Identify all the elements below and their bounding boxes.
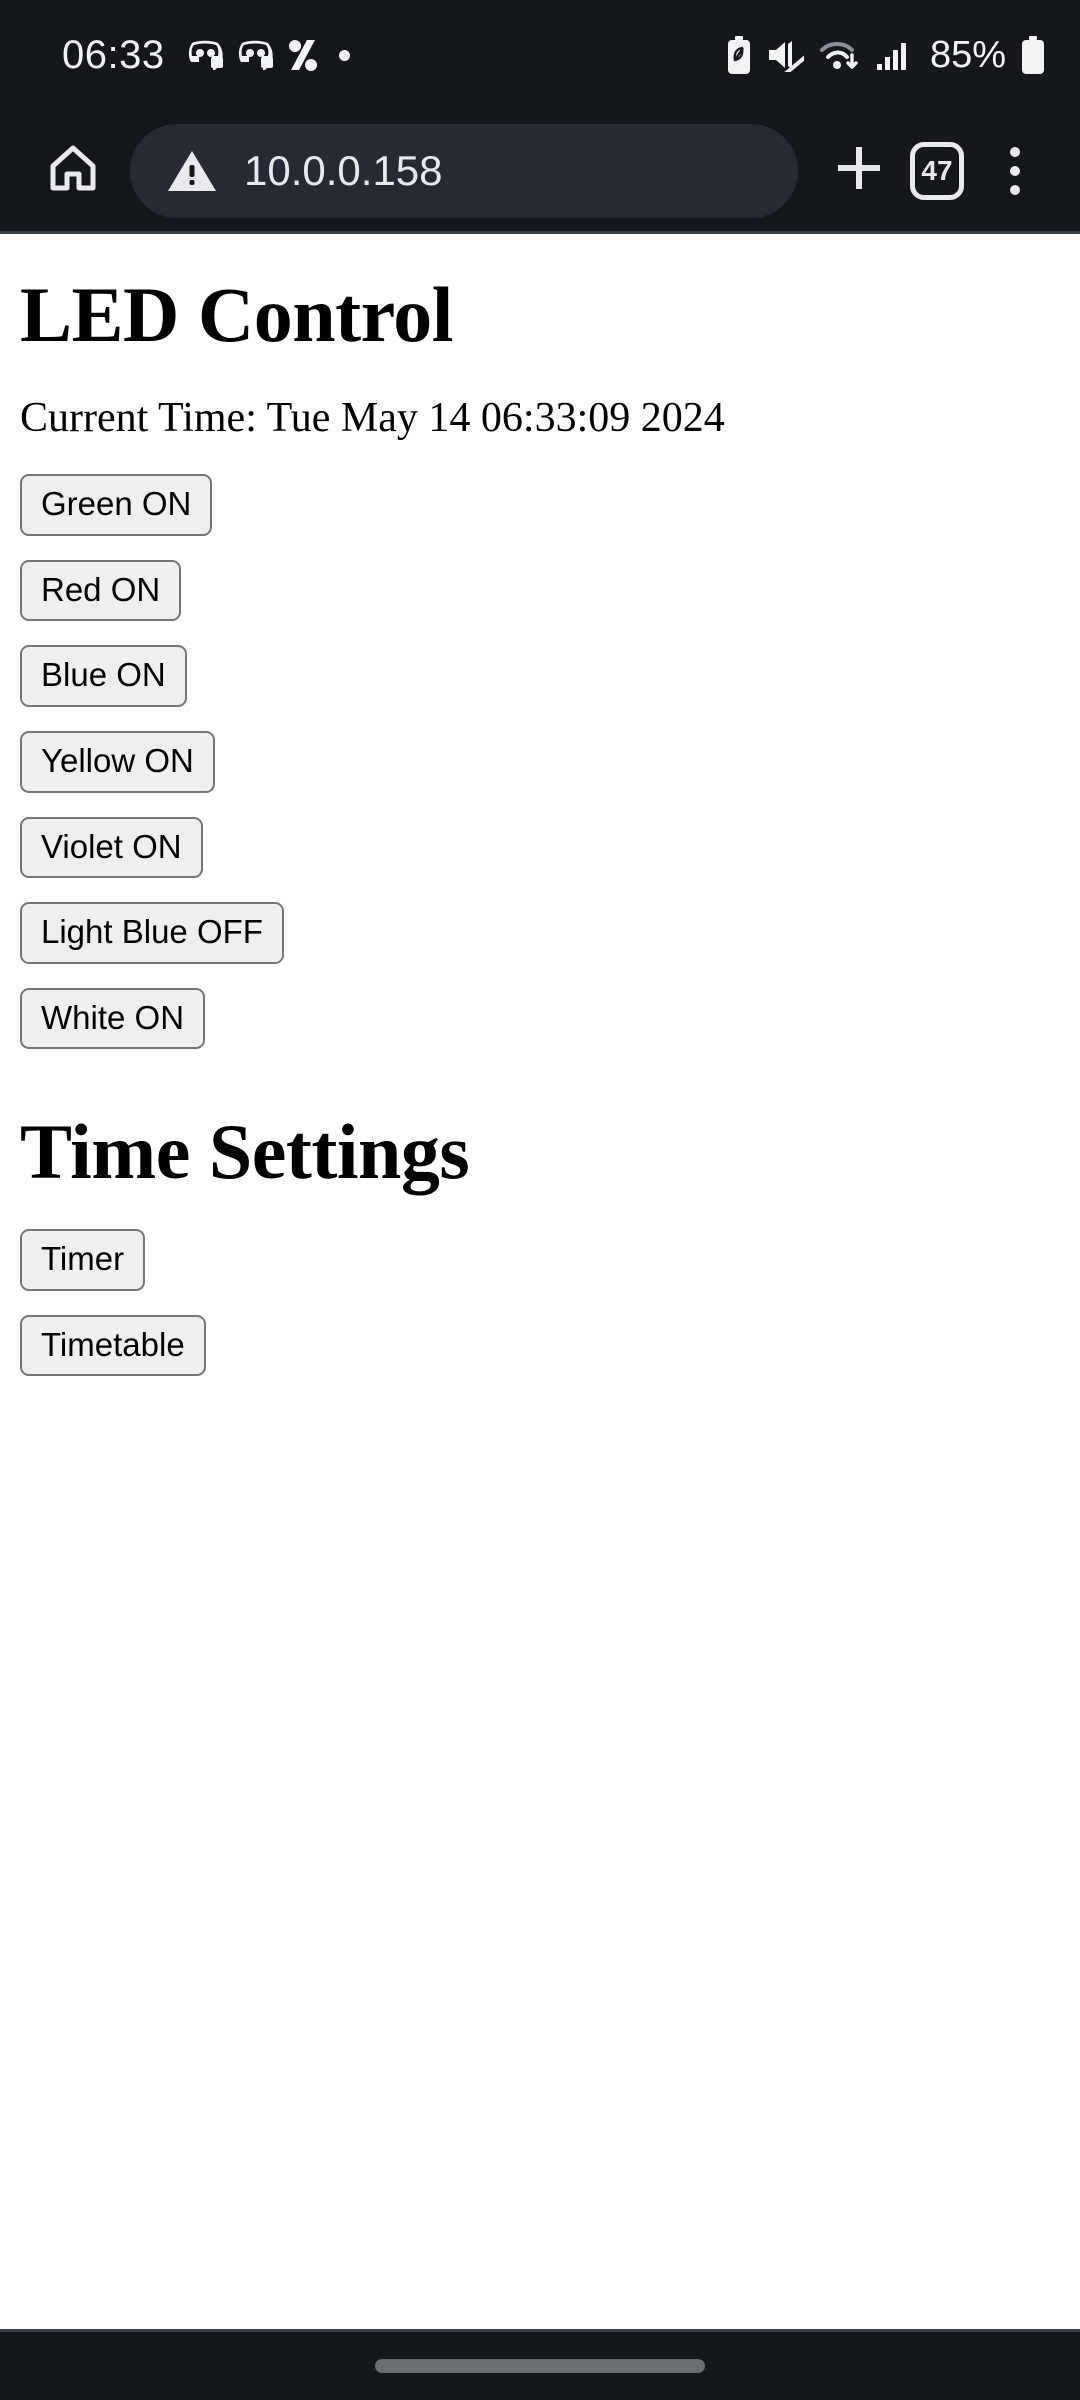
- led-button-row: Blue ON: [20, 645, 1060, 707]
- url-text[interactable]: 10.0.0.158: [244, 147, 443, 195]
- current-time-text: Current Time: Tue May 14 06:33:09 2024: [20, 394, 725, 441]
- timer-button[interactable]: Timer: [20, 1229, 146, 1291]
- discord-icon: [237, 40, 275, 70]
- tab-count-icon: 47: [910, 141, 964, 200]
- dot-icon: [338, 49, 350, 61]
- sale-percent-icon: [287, 38, 319, 72]
- notification-icons: [187, 38, 350, 72]
- web-page-content: LED Control Current Time: Tue May 14 06:…: [0, 274, 1080, 2369]
- led-button-yellow[interactable]: Yellow ON: [20, 730, 215, 793]
- timetable-button[interactable]: Timetable: [20, 1314, 206, 1377]
- android-status-bar: 06:33 85%: [0, 0, 1080, 110]
- tab-switcher-button[interactable]: 47: [898, 132, 976, 210]
- led-button-row: White ON: [20, 987, 1060, 1050]
- home-gesture-pill[interactable]: [375, 2359, 705, 2373]
- led-button-row: Violet ON: [20, 816, 1060, 879]
- time-button-row: Timetable: [20, 1314, 1060, 1377]
- time-button-row: Timer: [20, 1229, 1060, 1291]
- new-tab-button[interactable]: [820, 132, 898, 210]
- warning-triangle-icon: [166, 147, 218, 195]
- led-button-row: Yellow ON: [20, 730, 1060, 793]
- led-button-row: Light Blue OFF: [20, 902, 1060, 964]
- led-button-light-blue[interactable]: Light Blue OFF: [20, 902, 284, 964]
- led-button-row: Red ON: [20, 559, 1060, 622]
- browser-menu-button[interactable]: [976, 132, 1054, 210]
- kebab-dot: [1010, 184, 1020, 195]
- volume-mute-icon: [766, 38, 804, 72]
- more-options-icon: [1010, 146, 1020, 195]
- led-button-violet[interactable]: Violet ON: [20, 816, 203, 879]
- status-bar-left: 06:33: [62, 33, 350, 78]
- battery-saver-icon: [726, 36, 752, 74]
- led-button-blue[interactable]: Blue ON: [20, 645, 187, 707]
- page-title: LED Control: [20, 271, 453, 358]
- kebab-dot: [1010, 165, 1020, 176]
- page-body: LED Control Current Time: Tue May 14 06:…: [0, 271, 1080, 1377]
- url-bar[interactable]: 10.0.0.158: [130, 123, 798, 218]
- wifi-icon: [818, 37, 862, 73]
- battery-percentage-label: 85%: [929, 33, 1006, 76]
- cellular-signal-icon: [876, 38, 910, 72]
- discord-icon: [187, 40, 225, 70]
- battery-icon: [1020, 36, 1046, 74]
- home-icon: [45, 140, 101, 201]
- status-bar-right: 85%: [726, 34, 1046, 77]
- tab-count-label: 47: [921, 154, 953, 186]
- led-button-green[interactable]: Green ON: [20, 474, 213, 536]
- status-bar-clock: 06:33: [62, 32, 165, 77]
- led-button-white[interactable]: White ON: [20, 987, 206, 1050]
- android-navigation-bar: [0, 2329, 1080, 2400]
- time-settings-title: Time Settings: [20, 1108, 470, 1196]
- led-button-red[interactable]: Red ON: [20, 559, 182, 622]
- browser-toolbar: 10.0.0.158 47: [0, 110, 1080, 234]
- new-tab-icon: [832, 141, 886, 200]
- led-button-row: Green ON: [20, 474, 1060, 536]
- kebab-dot: [1010, 146, 1020, 157]
- home-button[interactable]: [34, 132, 112, 210]
